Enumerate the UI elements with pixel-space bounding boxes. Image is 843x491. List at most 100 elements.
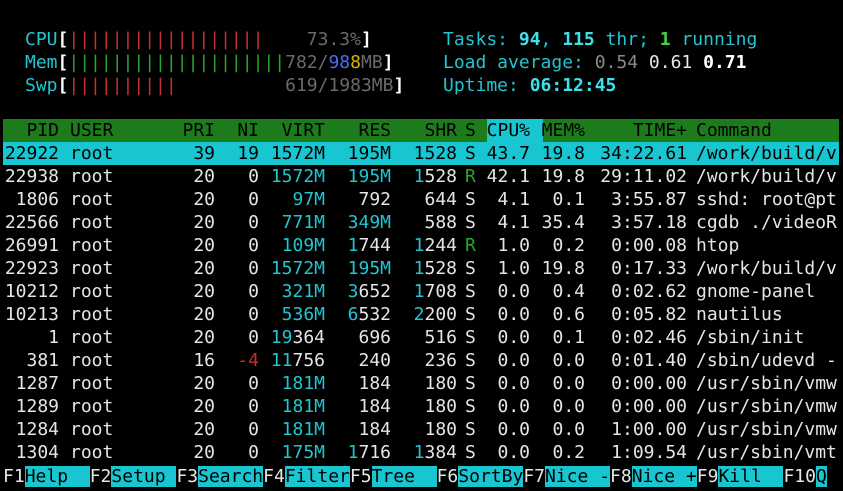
process-shr: 1244 bbox=[413, 235, 457, 256]
fkey-f5[interactable]: F5 bbox=[350, 466, 372, 487]
process-shr: 180 bbox=[424, 419, 457, 440]
process-row[interactable]: 1806 root 20 0 97M 792 644 S 4.1 0.1 3:55.87 sshd: … bbox=[3, 188, 839, 211]
uptime-value: 06:12:45 bbox=[529, 75, 617, 96]
process-row[interactable]: 26991 root 20 0 109M 1744 1244 R 1.0 0.2 0:00.08 ht… bbox=[3, 234, 839, 257]
process-mem-percent: 0.2 bbox=[552, 235, 585, 256]
process-time: 0:17.33 bbox=[611, 258, 687, 279]
process-priority: 20 bbox=[193, 235, 215, 256]
process-time: 0:05.82 bbox=[611, 304, 687, 325]
process-mem-percent: 0.0 bbox=[552, 396, 585, 417]
process-priority: 20 bbox=[193, 212, 215, 233]
process-pid: 381 bbox=[26, 350, 59, 371]
fkey-f3[interactable]: F3 bbox=[176, 466, 198, 487]
process-row[interactable]: 1 root 20 0 19364 696 516 S 0.0 0.1 0:02.46/sbin/i… bbox=[3, 326, 839, 349]
process-user: root bbox=[70, 396, 114, 417]
column-header-user[interactable]: USER bbox=[70, 119, 113, 142]
process-row[interactable]: 1304 root 20 0 175M 1716 1384 S 0.0 0.2 1:09.54/us… bbox=[3, 441, 839, 464]
process-row[interactable]: 10212 root 20 0 321M 3652 1708 S 0.0 0.4 0:02.62 gn… bbox=[3, 280, 839, 303]
process-pid: 22938 bbox=[4, 166, 59, 187]
process-command: /sbin/init bbox=[696, 327, 805, 348]
process-priority: 20 bbox=[193, 304, 215, 325]
process-row[interactable]: 22938 root 20 0 1572M 195M 1528 R 42.1 19.8 29:11.… bbox=[3, 165, 839, 188]
fkey-f1[interactable]: F1 bbox=[3, 466, 25, 487]
fkey-f2[interactable]: F2 bbox=[90, 466, 112, 487]
process-row[interactable]: 1284 root 20 0 181M 184 180 S 0.0 0.0 1:00.00/usr/… bbox=[3, 418, 839, 441]
column-header-shr[interactable]: SHR bbox=[424, 119, 457, 142]
process-cpu-percent: 0.0 bbox=[497, 442, 530, 463]
process-command: /work/build/v bbox=[696, 166, 837, 187]
process-pid: 10213 bbox=[4, 304, 59, 325]
fkey-f10-label[interactable]: Q bbox=[815, 466, 827, 487]
process-nice: 0 bbox=[248, 212, 259, 233]
process-virt: 181M bbox=[281, 373, 325, 394]
process-command: sshd: root@pt bbox=[696, 189, 837, 210]
column-header-res[interactable]: RES bbox=[358, 119, 391, 142]
process-command: gnome-panel bbox=[696, 281, 816, 302]
process-time: 1:00.00 bbox=[611, 419, 687, 440]
process-virt: 181M bbox=[281, 419, 325, 440]
column-header-pid[interactable]: PID bbox=[26, 119, 59, 142]
mem-buffers: 98 bbox=[328, 52, 351, 73]
process-time: 3:55.87 bbox=[611, 189, 687, 210]
fkey-f9-label[interactable]: Kill bbox=[718, 466, 784, 487]
process-mem-percent: 0.6 bbox=[552, 304, 585, 325]
fkey-f1-label[interactable]: Help bbox=[24, 466, 90, 487]
process-pid: 1284 bbox=[15, 419, 59, 440]
fkey-f10[interactable]: F10 bbox=[783, 466, 816, 487]
process-mem-percent: 19.8 bbox=[541, 166, 585, 187]
column-header-priority[interactable]: PRI bbox=[182, 119, 215, 142]
fkey-f6-label[interactable]: SortBy bbox=[458, 466, 524, 487]
process-shr: 516 bbox=[424, 327, 457, 348]
process-nice: 0 bbox=[248, 442, 259, 463]
fkey-f9[interactable]: F9 bbox=[697, 466, 719, 487]
fkey-f5-label[interactable]: Tree bbox=[371, 466, 437, 487]
fkey-f2-label[interactable]: Setup bbox=[111, 466, 177, 487]
fkey-f7-label[interactable]: Nice - bbox=[545, 466, 611, 487]
process-pid: 1289 bbox=[15, 396, 59, 417]
process-cpu-percent: 0.0 bbox=[497, 304, 530, 325]
process-time: 0:00.00 bbox=[611, 396, 687, 417]
column-header-cpu-percent[interactable]: CPU% bbox=[486, 119, 543, 142]
process-user: root bbox=[70, 235, 114, 256]
column-header-time[interactable]: TIME+ bbox=[633, 119, 687, 142]
process-row[interactable]: 22922 root 39 19 1572M 195M 1528 S 43.7 19.8 34:22… bbox=[3, 142, 839, 165]
column-header-nice[interactable]: NI bbox=[237, 119, 259, 142]
process-command: /sbin/udevd - bbox=[696, 350, 837, 371]
fkey-f4-label[interactable]: Filter bbox=[284, 466, 350, 487]
process-nice: 19 bbox=[237, 143, 259, 164]
column-header-virt[interactable]: VIRT bbox=[282, 119, 325, 142]
process-shr: 644 bbox=[424, 189, 457, 210]
uptime: Uptime: 06:12:45 bbox=[443, 75, 617, 96]
process-res: 195M bbox=[347, 258, 391, 279]
process-res: 240 bbox=[358, 350, 391, 371]
process-mem-percent: 35.4 bbox=[541, 212, 585, 233]
fkey-f8[interactable]: F8 bbox=[610, 466, 632, 487]
fkey-f3-label[interactable]: Search bbox=[198, 466, 264, 487]
column-header-command[interactable]: Command bbox=[696, 119, 772, 142]
fkey-f6[interactable]: F6 bbox=[437, 466, 459, 487]
fkey-f7[interactable]: F7 bbox=[523, 466, 545, 487]
process-priority: 39 bbox=[193, 143, 215, 164]
process-row[interactable]: 1289 root 20 0 181M 184 180 S 0.0 0.0 0:00.00/usr/… bbox=[3, 395, 839, 418]
process-state: S bbox=[465, 396, 476, 417]
process-row[interactable]: 22566 root 20 0 771M 349M 588 S 4.1 35.4 3:57.18 cg… bbox=[3, 211, 839, 234]
process-virt: 109M bbox=[281, 235, 325, 256]
fkey-f4[interactable]: F4 bbox=[263, 466, 285, 487]
process-row[interactable]: 1287 root 20 0 181M 184 180 S 0.0 0.0 0:00.00/usr/… bbox=[3, 372, 839, 395]
column-header-mem-percent[interactable]: MEM% bbox=[542, 119, 585, 142]
process-mem-percent: 0.4 bbox=[552, 281, 585, 302]
process-shr: 1528 bbox=[413, 258, 457, 279]
process-time: 1:09.54 bbox=[611, 442, 687, 463]
process-cpu-percent: 0.0 bbox=[497, 281, 530, 302]
process-mem-percent: 19.8 bbox=[541, 143, 585, 164]
process-row[interactable]: 22923 root 20 0 1572M 195M 1528 S 1.0 19.8 0:17.33… bbox=[3, 257, 839, 280]
column-header-state[interactable]: S bbox=[465, 119, 476, 142]
process-command: /usr/sbin/vmt bbox=[696, 442, 837, 463]
process-state: S bbox=[465, 258, 476, 279]
process-time: 29:11.02 bbox=[600, 166, 687, 187]
process-cpu-percent: 0.0 bbox=[497, 396, 530, 417]
process-row[interactable]: 381 root 16 -4 11756 240 236 S 0.0 0.0 0:01.40/sbi… bbox=[3, 349, 839, 372]
process-row[interactable]: 10213 root 20 0 536M 6532 2200 S 0.0 0.6 0:05.82 na… bbox=[3, 303, 839, 326]
fkey-f8-label[interactable]: Nice + bbox=[631, 466, 697, 487]
process-virt: 175M bbox=[281, 442, 325, 463]
